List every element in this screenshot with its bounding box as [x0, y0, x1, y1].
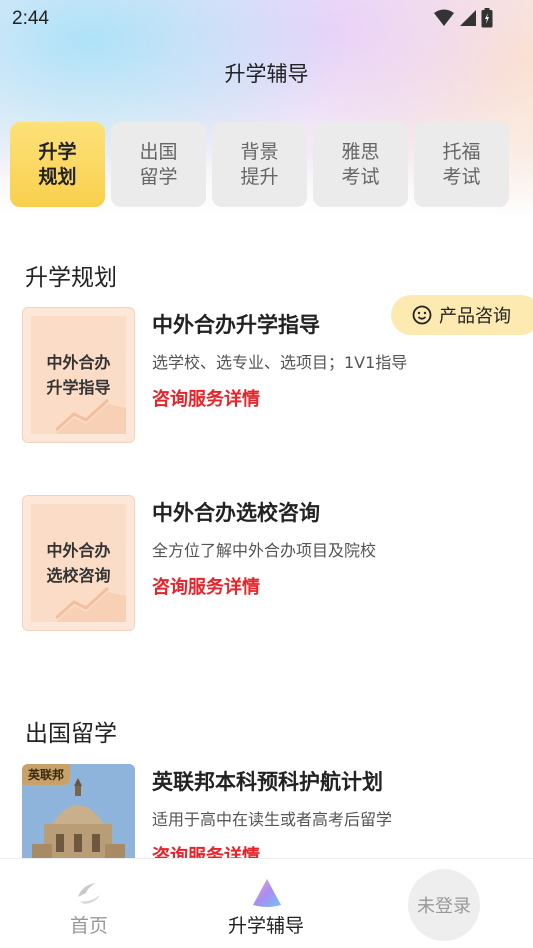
card-thumbnail: 中外合办 选校咨询 — [22, 495, 135, 631]
tab-label-line2: 规划 — [38, 165, 77, 188]
login-label: 未登录 — [417, 896, 471, 917]
tab-label-line1: 升学 — [38, 140, 77, 163]
thumb-text-line1: 中外合办 — [46, 541, 111, 560]
chart-decoration-icon — [56, 398, 126, 434]
section-title-study-planning: 升学规划 — [25, 265, 117, 291]
thumb-text-line2: 升学指导 — [46, 378, 111, 397]
region-badge: 英联邦 — [22, 764, 71, 785]
tab-label-line2: 留学 — [139, 165, 178, 188]
service-details-link[interactable]: 咨询服务详情 — [152, 385, 260, 411]
card-description: 全方位了解中外合办项目及院校 — [152, 541, 377, 560]
page-title: 升学辅导 — [224, 62, 309, 86]
nav-study-guide-label: 升学辅导 — [227, 915, 304, 937]
guide-icon — [253, 879, 281, 907]
nav-study-guide[interactable]: 升学辅导 — [206, 859, 326, 948]
tab-label-line2: 提升 — [240, 165, 279, 188]
thumb-text-line1: 中外合办 — [46, 353, 111, 372]
chart-decoration-icon — [56, 586, 126, 622]
status-time: 2:44 — [12, 8, 49, 29]
card-description: 选学校、选专业、选项目；1V1指导 — [152, 353, 408, 372]
tab-toefl-exam[interactable]: 托福 考试 — [414, 122, 509, 207]
service-card[interactable]: 中外合办 选校咨询 中外合办选校咨询 全方位了解中外合办项目及院校 咨询服务详情 — [22, 495, 522, 631]
service-card[interactable]: 中外合办 升学指导 中外合办升学指导 选学校、选专业、选项目；1V1指导 咨询服… — [22, 307, 522, 443]
wifi-icon — [434, 9, 454, 26]
tab-label-line1: 托福 — [442, 140, 481, 163]
nav-home-label: 首页 — [69, 915, 108, 937]
card-title: 英联邦本科预科护航计划 — [152, 770, 383, 794]
tab-label-line1: 出国 — [139, 140, 178, 163]
card-title: 中外合办升学指导 — [152, 313, 320, 337]
service-card[interactable]: 英联邦 英联邦本科预科护航计划 适用于高中在读生或者高考后留学 咨询服务详情 — [22, 764, 522, 858]
content-scroll-area[interactable]: 升学规划 产品咨询 中外合办 升学指导 中外合办升学指导 选学校、选专业、选项目… — [0, 215, 533, 858]
thumb-text-line2: 选校咨询 — [46, 566, 111, 585]
status-icons — [433, 8, 493, 28]
tab-study-abroad[interactable]: 出国 留学 — [111, 122, 206, 207]
status-bar: 2:44 — [0, 0, 533, 36]
card-photo: 英联邦 — [22, 764, 135, 858]
tab-background-boost[interactable]: 背景 提升 — [212, 122, 307, 207]
login-button[interactable]: 未登录 — [408, 869, 480, 941]
tab-label-line1: 背景 — [240, 140, 279, 163]
service-details-link[interactable]: 咨询服务详情 — [152, 842, 260, 858]
home-icon — [78, 883, 100, 904]
tab-label-line2: 考试 — [442, 165, 481, 188]
card-description: 适用于高中在读生或者高考后留学 — [152, 810, 393, 829]
service-details-link[interactable]: 咨询服务详情 — [152, 573, 260, 599]
battery-icon — [481, 8, 493, 28]
tab-study-planning[interactable]: 升学 规划 — [10, 122, 105, 207]
section-title-study-abroad: 出国留学 — [25, 721, 117, 747]
nav-home[interactable]: 首页 — [29, 859, 149, 948]
bottom-navigation: 首页 升学辅导 未登录 — [0, 858, 533, 948]
card-thumbnail: 中外合办 升学指导 — [22, 307, 135, 443]
category-tabs: 升学 规划 出国 留学 背景 提升 雅思 考试 托福 考试 — [10, 122, 509, 207]
card-title: 中外合办选校咨询 — [152, 501, 320, 525]
signal-icon — [460, 10, 476, 26]
tab-label-line1: 雅思 — [341, 140, 380, 163]
tab-ielts-exam[interactable]: 雅思 考试 — [313, 122, 408, 207]
tab-label-line2: 考试 — [341, 165, 380, 188]
